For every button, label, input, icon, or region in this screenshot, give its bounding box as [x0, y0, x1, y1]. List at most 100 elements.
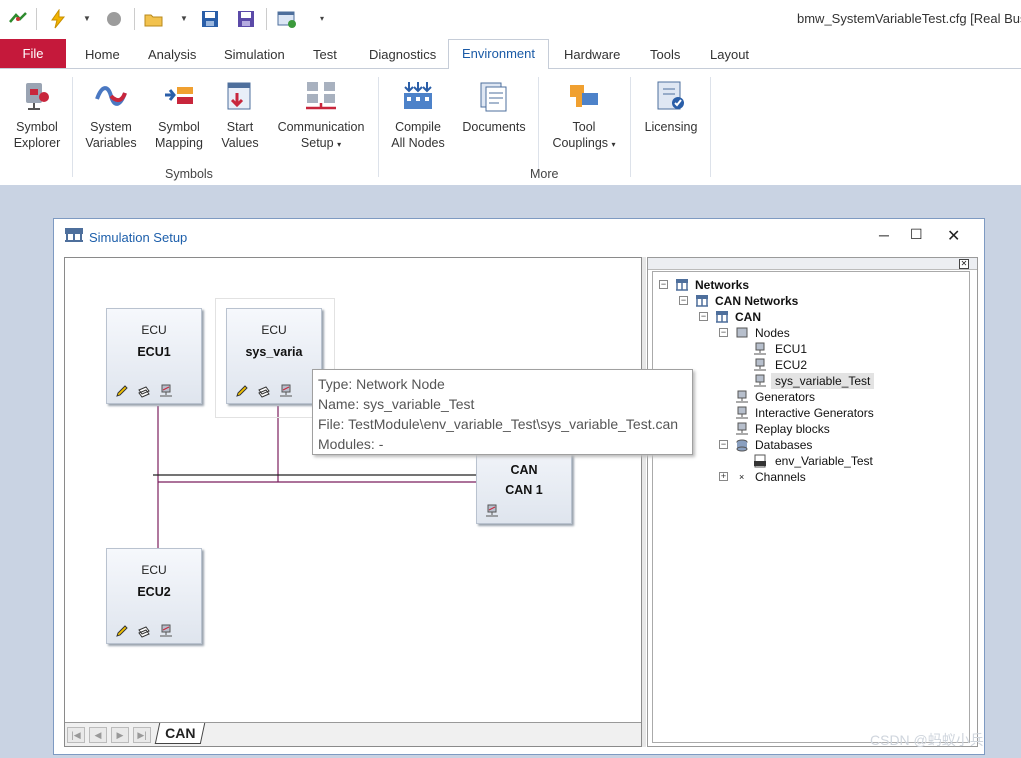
licensing-button[interactable]: Licensing [640, 79, 702, 135]
node-ecu2[interactable]: ECU ECU2 [106, 548, 202, 644]
symbol-explorer-icon [26, 83, 49, 110]
tree-item-channels[interactable]: Channels [755, 469, 806, 485]
simulation-setup-window: Simulation Setup ─ ☐ ✕ ECU ECU1 ECU sys_… [53, 218, 985, 755]
pencil-icon[interactable] [115, 384, 129, 398]
tree-item-interactive-generators[interactable]: Interactive Generators [755, 405, 874, 421]
save-icon[interactable] [200, 9, 220, 29]
open-folder-icon[interactable] [144, 9, 164, 29]
system-variables-button[interactable]: System Variables [82, 79, 140, 151]
collapse-toggle[interactable]: − [699, 312, 708, 321]
system-variables-label-2: Variables [85, 136, 137, 150]
symbol-mapping-label-1: Symbol [158, 120, 200, 134]
start-dropdown-icon[interactable]: ▼ [83, 14, 91, 23]
pages-icon[interactable] [137, 384, 151, 398]
tree-item-can-networks[interactable]: CAN Networks [715, 293, 798, 309]
next-sheet-button[interactable]: ▶ [111, 727, 129, 743]
expand-toggle[interactable]: + [719, 472, 728, 481]
prev-sheet-button[interactable]: ◀ [89, 727, 107, 743]
tab-hardware[interactable]: Hardware [564, 47, 620, 62]
node-name-label: ECU1 [137, 345, 171, 359]
tab-tools[interactable]: Tools [650, 47, 680, 62]
tab-simulation[interactable]: Simulation [224, 47, 285, 62]
tab-layout[interactable]: Layout [710, 47, 749, 62]
tree-item-ecu2[interactable]: ECU2 [775, 357, 807, 373]
tooltip-modules: Modules: - [318, 436, 384, 452]
ecu-node-icon [754, 342, 766, 355]
tree-pane-close-button[interactable]: ✕ [959, 259, 969, 269]
symbol-explorer-button[interactable]: Symbol Explorer [8, 79, 66, 151]
maximize-button[interactable]: ☐ [910, 226, 923, 243]
network-node-icon[interactable] [159, 384, 173, 398]
compile-all-nodes-button[interactable]: Compile All Nodes [388, 79, 448, 151]
tab-diagnostics[interactable]: Diagnostics [369, 47, 436, 62]
symbol-mapping-label-2: Mapping [155, 136, 203, 150]
close-button[interactable]: ✕ [947, 226, 960, 246]
tree-item-generators[interactable]: Generators [755, 389, 815, 405]
minimize-button[interactable]: ─ [879, 227, 889, 243]
node-type-label: ECU [261, 323, 287, 337]
tree-item-env-variable-test[interactable]: env_Variable_Test [775, 453, 873, 469]
open-dropdown-icon[interactable]: ▼ [180, 14, 188, 23]
collapse-toggle[interactable]: − [719, 328, 728, 337]
tree-item-ecu1[interactable]: ECU1 [775, 341, 807, 357]
node-name-label: ECU2 [137, 585, 171, 599]
pages-icon[interactable] [257, 384, 271, 398]
documents-button[interactable]: Documents [458, 79, 530, 135]
pages-icon[interactable] [137, 624, 151, 638]
tree-item-replay-blocks[interactable]: Replay blocks [755, 421, 830, 437]
collapse-toggle[interactable]: − [679, 296, 688, 305]
stop-icon[interactable] [104, 9, 124, 29]
licensing-label: Licensing [644, 120, 698, 134]
customize-toolbar-icon[interactable]: ▾ [320, 14, 324, 23]
pane-splitter[interactable] [642, 257, 646, 747]
communication-setup-label-2: Setup [300, 136, 334, 150]
sheet-tab-can[interactable]: CAN [154, 723, 206, 744]
tool-couplings-dropdown-icon[interactable]: ▾ [612, 140, 616, 149]
start-values-label-2: Values [221, 136, 259, 150]
pencil-icon[interactable] [115, 624, 129, 638]
network-node-icon[interactable] [279, 384, 293, 398]
save-as-icon[interactable] [236, 9, 256, 29]
network-node-icon[interactable] [159, 624, 173, 638]
tab-file[interactable]: File [0, 39, 66, 68]
ecu-node-icon [754, 374, 766, 387]
communication-setup-dropdown-icon[interactable]: ▾ [337, 140, 341, 149]
sheet-tab-label: CAN [164, 725, 196, 741]
window-title: Simulation Setup [89, 230, 188, 245]
tool-couplings-button[interactable]: Tool Couplings ▾ [546, 79, 622, 153]
tooltip-type: Type: Network Node [318, 376, 445, 392]
symbol-mapping-button[interactable]: Symbol Mapping [150, 79, 208, 151]
channels-icon: × [739, 472, 745, 482]
window-layout-icon[interactable] [277, 9, 297, 29]
collapse-toggle[interactable]: − [659, 280, 668, 289]
network-tree-pane: ✕ − Networks − CAN Networks − CAN − Node… [647, 257, 978, 747]
node-sys-variable-test[interactable]: ECU sys_varia [226, 308, 322, 404]
network-canvas[interactable]: ECU ECU1 ECU sys_varia Network CAN CAN 1… [64, 257, 693, 747]
tab-home[interactable]: Home [85, 47, 120, 62]
ecu-node-icon [754, 358, 766, 371]
tooltip-file: File: TestModule\env_variable_Test\sys_v… [318, 416, 679, 432]
tree-item-can[interactable]: CAN [735, 309, 761, 325]
node-type-label: ECU [141, 563, 167, 577]
folder-icon [736, 327, 748, 338]
tree-item-networks[interactable]: Networks [695, 277, 749, 293]
last-sheet-button[interactable]: ▶| [133, 727, 151, 743]
first-sheet-button[interactable]: |◀ [67, 727, 85, 743]
app-title: bmw_SystemVariableTest.cfg [Real Bus [797, 11, 1021, 26]
node-ecu1[interactable]: ECU ECU1 [106, 308, 202, 404]
tree-item-nodes[interactable]: Nodes [755, 325, 790, 341]
tab-environment[interactable]: Environment [448, 39, 549, 69]
tree-item-sys-variable-test[interactable]: sys_variable_Test [771, 373, 875, 389]
tab-test[interactable]: Test [313, 47, 337, 62]
tool-couplings-label-2: Couplings [552, 136, 609, 150]
pencil-icon[interactable] [235, 384, 249, 398]
tree-item-databases[interactable]: Databases [755, 437, 812, 453]
collapse-toggle[interactable]: − [719, 440, 728, 449]
tab-analysis[interactable]: Analysis [148, 47, 196, 62]
communication-setup-button[interactable]: Communication Setup ▾ [272, 79, 370, 153]
symbol-explorer-label-2: Explorer [13, 136, 61, 150]
compile-all-nodes-label-2: All Nodes [391, 136, 445, 150]
lightning-start-icon[interactable] [48, 9, 68, 29]
network-node-icon[interactable] [485, 504, 499, 518]
start-values-button[interactable]: Start Values [214, 79, 266, 151]
